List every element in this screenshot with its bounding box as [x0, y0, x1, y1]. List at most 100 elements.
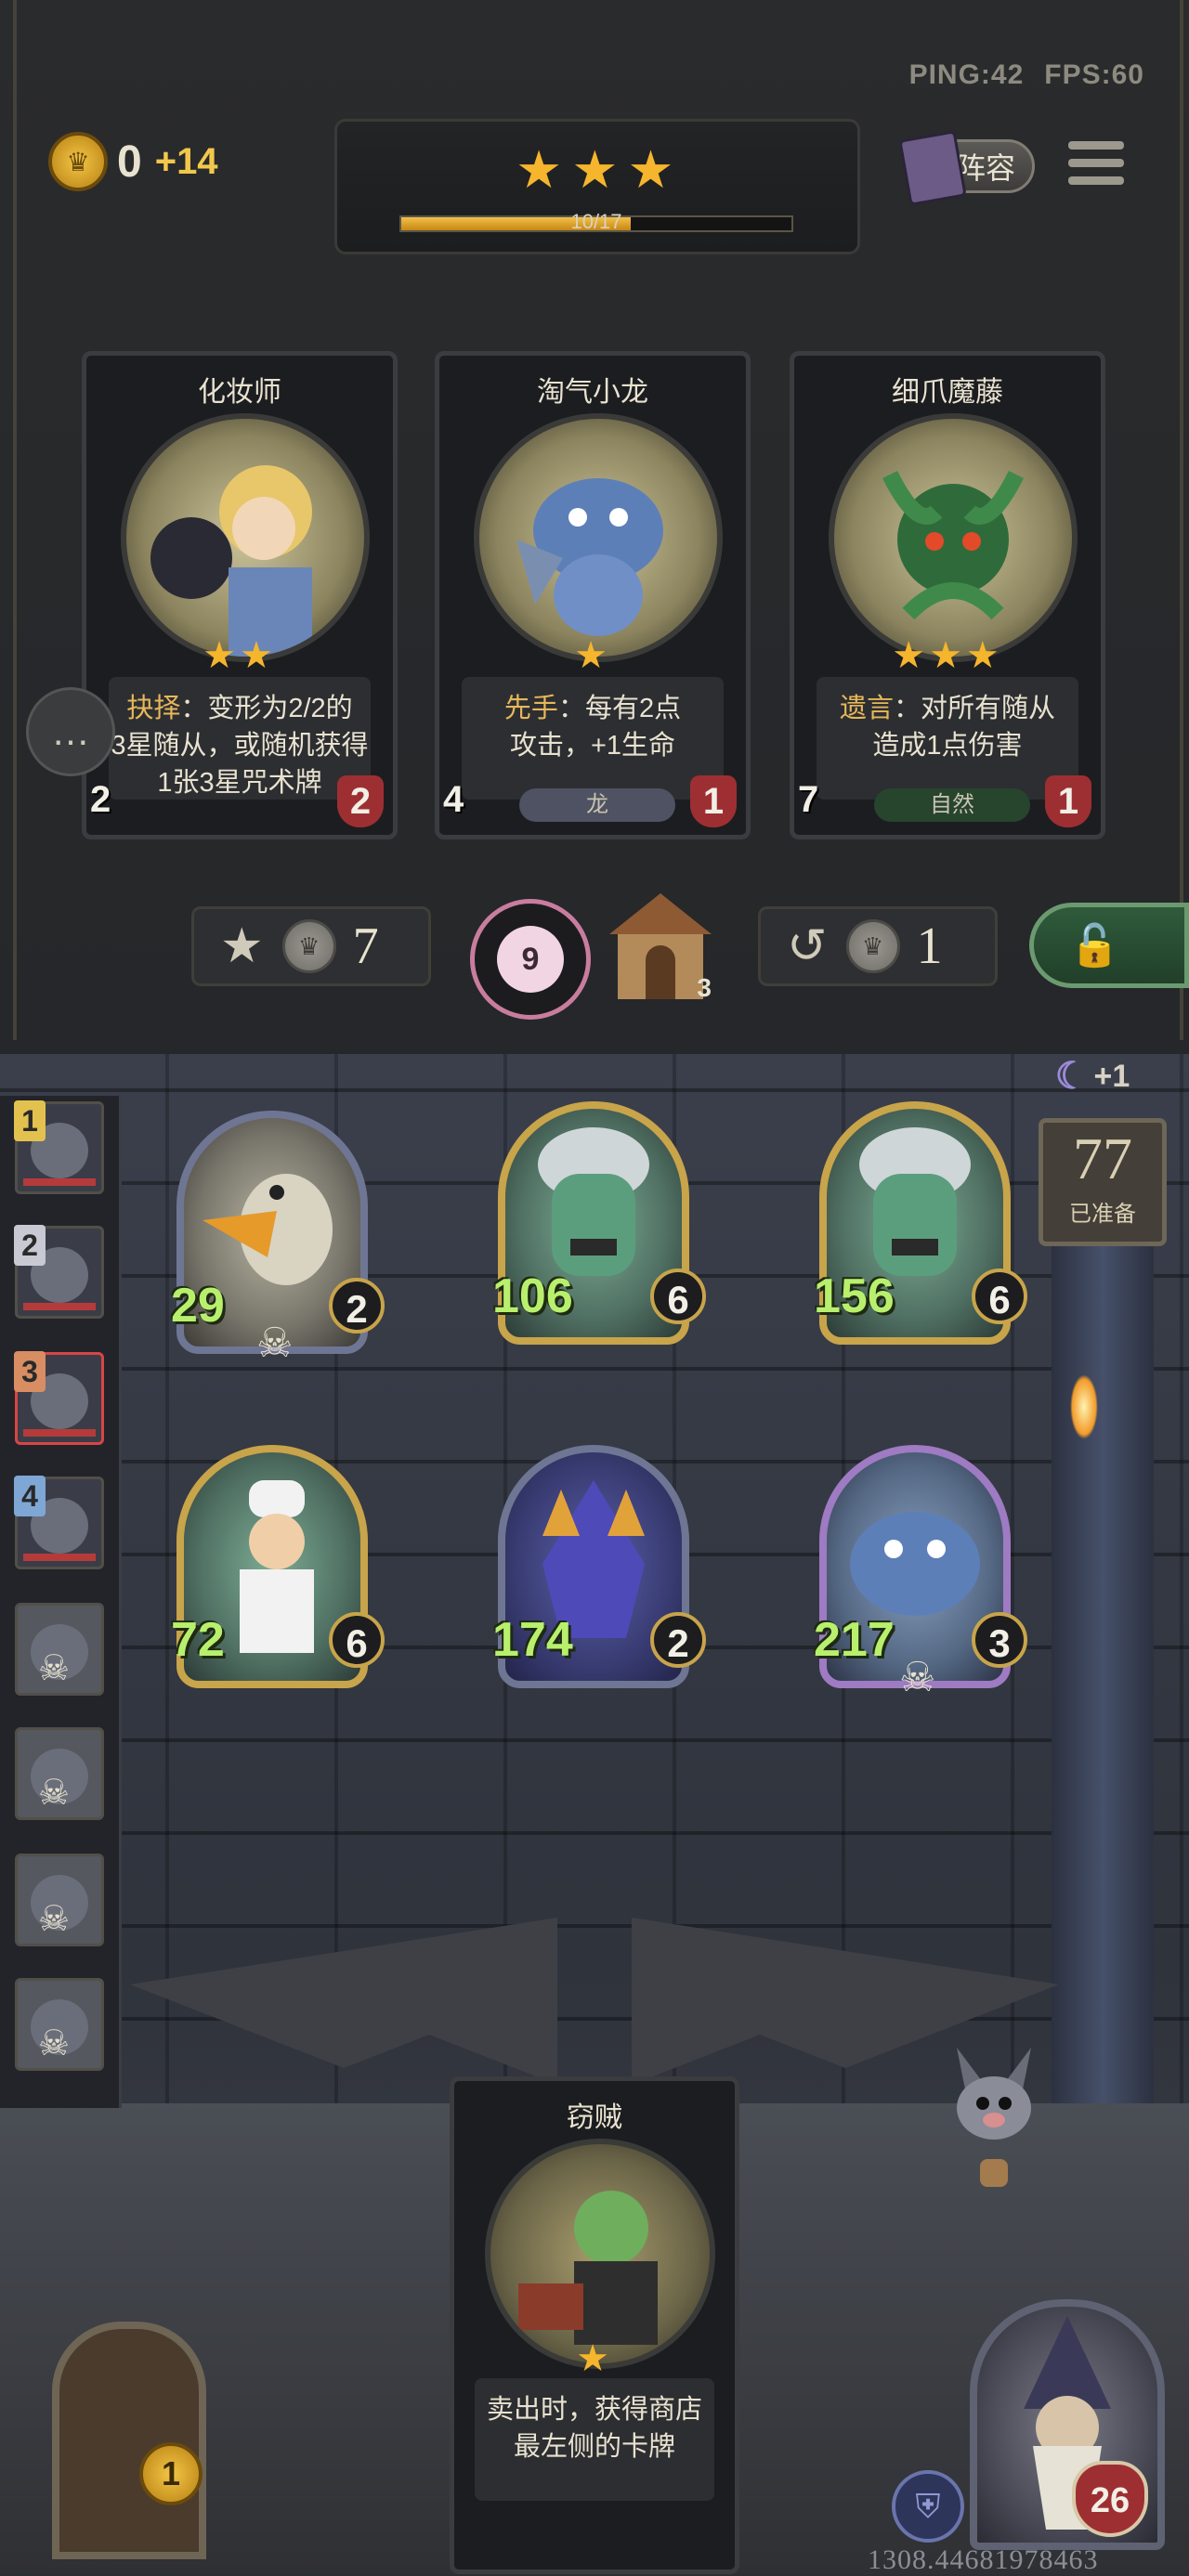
fps-label: FPS:60	[1044, 59, 1144, 90]
lineup-button[interactable]: 阵容	[898, 130, 1035, 206]
card-desc-line1: ：每有2点	[557, 694, 682, 723]
player-health-bar	[23, 1178, 96, 1186]
minion-health: 6	[972, 1268, 1027, 1324]
board-minion[interactable]: 174 2	[492, 1445, 706, 1705]
door-icon	[52, 2322, 206, 2559]
bat-wings-decoration	[130, 1918, 1059, 2103]
card-portrait	[485, 2139, 715, 2369]
tier-xp-bar: 10/17	[399, 210, 793, 233]
player-entry[interactable]: 4	[14, 1476, 104, 1569]
upgrade-tavern-button[interactable]: ★ ♛ 7	[191, 906, 431, 986]
card-stars: ★	[574, 635, 611, 676]
card-attack: 2	[90, 779, 142, 831]
skull-icon: ☠	[38, 1649, 71, 1688]
card-health: 1	[1045, 775, 1091, 827]
minion-health: 2	[329, 1278, 385, 1334]
tavern-count: 3	[697, 973, 712, 1002]
tavern-house-button[interactable]: 3	[609, 893, 712, 1003]
refresh-button[interactable]: ↺ ♛ 1	[758, 906, 998, 986]
skull-icon: ☠	[256, 1321, 294, 1366]
refresh-icon: ↺	[787, 919, 828, 973]
upgrade-star-icon: ★	[220, 919, 264, 973]
shop-card[interactable]: 化妆师 ★★ 抉择：变形为2/2的 3星随从，或随机获得 1张3星咒术牌 2 2	[82, 351, 398, 839]
player-entry-eliminated[interactable]: ☠	[15, 1854, 104, 1946]
freeze-value: 9	[497, 926, 564, 993]
card-desc-line3: 1张3星咒术牌	[157, 768, 322, 798]
recruit-cost: 1	[139, 2442, 203, 2505]
board-minion[interactable]: 29 2 ☠	[171, 1111, 385, 1371]
pillar	[1052, 1165, 1154, 2215]
card-stars: ★	[576, 2338, 613, 2379]
skull-icon: ☠	[38, 1774, 71, 1813]
minion-attack: 174	[492, 1613, 573, 1667]
skull-icon: ☠	[38, 2024, 71, 2063]
turn-bonus: ☾ +1	[1037, 1047, 1148, 1105]
lock-icon: 🔓	[1069, 923, 1120, 969]
lock-shop-button[interactable]: 🔓	[1029, 903, 1189, 988]
skull-icon: ☠	[38, 1900, 71, 1939]
card-stars: ★★★	[892, 635, 1003, 676]
card-description: 卖出时，获得商店 最左侧的卡牌	[475, 2378, 714, 2501]
card-attack: 4	[443, 779, 495, 831]
player-health-bar	[23, 1429, 96, 1437]
player-entry[interactable]: 1	[14, 1100, 104, 1194]
card-name: 淘气小龙	[537, 377, 648, 408]
ping-label: PING:42	[908, 59, 1025, 90]
torch-flame	[1070, 1374, 1098, 1439]
player-entry-eliminated[interactable]: ☠	[15, 1603, 104, 1696]
menu-icon[interactable]	[1068, 141, 1124, 193]
card-description: 先手：每有2点 攻击，+1生命	[462, 677, 724, 800]
chat-icon[interactable]: …	[26, 687, 115, 776]
player-entry[interactable]: 2	[14, 1225, 104, 1319]
player-rank: 2	[14, 1225, 46, 1266]
vine-monster-art	[882, 470, 1025, 620]
card-portrait	[474, 413, 723, 662]
card-portrait	[829, 413, 1078, 662]
board-minion[interactable]: 72 6	[171, 1445, 385, 1705]
recruit-door-button[interactable]: 1	[15, 2303, 238, 2563]
hero-health: 26	[1072, 2461, 1148, 2537]
player-entry-eliminated[interactable]: ☠	[15, 1727, 104, 1820]
skull-icon: ☠	[899, 1655, 936, 1700]
board-minion[interactable]: 217 3 ☠	[814, 1445, 1027, 1705]
tavern-tier-stars: ★★★	[516, 140, 684, 199]
minion-attack: 106	[492, 1269, 573, 1323]
crown-coin-icon: ♛	[48, 132, 108, 191]
minion-health: 6	[329, 1612, 385, 1668]
crown-coin-icon: ♛	[845, 919, 900, 973]
player-rank: 3	[14, 1351, 46, 1392]
ready-count: 77	[1073, 1125, 1132, 1191]
player-entry-eliminated[interactable]: ☠	[15, 1978, 104, 2071]
hand-card[interactable]: 窃贼 ★ 卖出时，获得商店 最左侧的卡牌	[450, 2076, 739, 2574]
tier-xp-text: 10/17	[570, 210, 622, 233]
shop-card[interactable]: 淘气小龙 ★ 先手：每有2点 攻击，+1生命 4 龙 1	[435, 351, 751, 839]
card-desc-line1: ：对所有随从	[894, 694, 1056, 723]
card-keyword: 先手	[503, 694, 558, 723]
card-health: 1	[690, 775, 737, 827]
card-description: 遗言：对所有随从 造成1点伤害	[817, 677, 1078, 800]
minion-health: 3	[972, 1612, 1027, 1668]
ready-counter: 77 已准备	[1039, 1118, 1167, 1246]
house-body	[618, 934, 703, 999]
shop-card[interactable]: 细爪魔藤 ★★★ 遗言：对所有随从 造成1点伤害 7 自然 1	[790, 351, 1105, 839]
player-entry-current[interactable]: 3	[14, 1351, 104, 1445]
player-health-bar	[23, 1303, 96, 1310]
bat-mascot	[957, 2048, 1031, 2187]
board-minion[interactable]: 156 6	[814, 1101, 1027, 1361]
minion-health: 6	[650, 1268, 706, 1324]
shop-panel: PING:42 FPS:60 ♛ 0 +14 ★★★ 10/17 阵容 化妆师 ★…	[0, 0, 1189, 1063]
card-desc-line2: 3星随从，或随机获得	[111, 731, 369, 761]
card-attack: 7	[798, 779, 850, 831]
freeze-button[interactable]: 9	[470, 899, 591, 1020]
card-desc-line1: 卖出时，获得商店	[486, 2395, 702, 2425]
ready-label: 已准备	[1069, 1202, 1136, 1227]
session-id: 1308.44681978463	[868, 2544, 1099, 2575]
gold-display: ♛ 0 +14	[48, 132, 218, 191]
card-desc-line2: 造成1点伤害	[872, 731, 1023, 761]
makeup-artist-art	[150, 465, 312, 657]
card-portrait	[121, 413, 370, 662]
lineup-label: 阵容	[955, 151, 1015, 185]
card-keyword: 遗言	[839, 694, 894, 723]
player-rank: 4	[14, 1476, 46, 1516]
board-minion[interactable]: 106 6	[492, 1101, 706, 1361]
